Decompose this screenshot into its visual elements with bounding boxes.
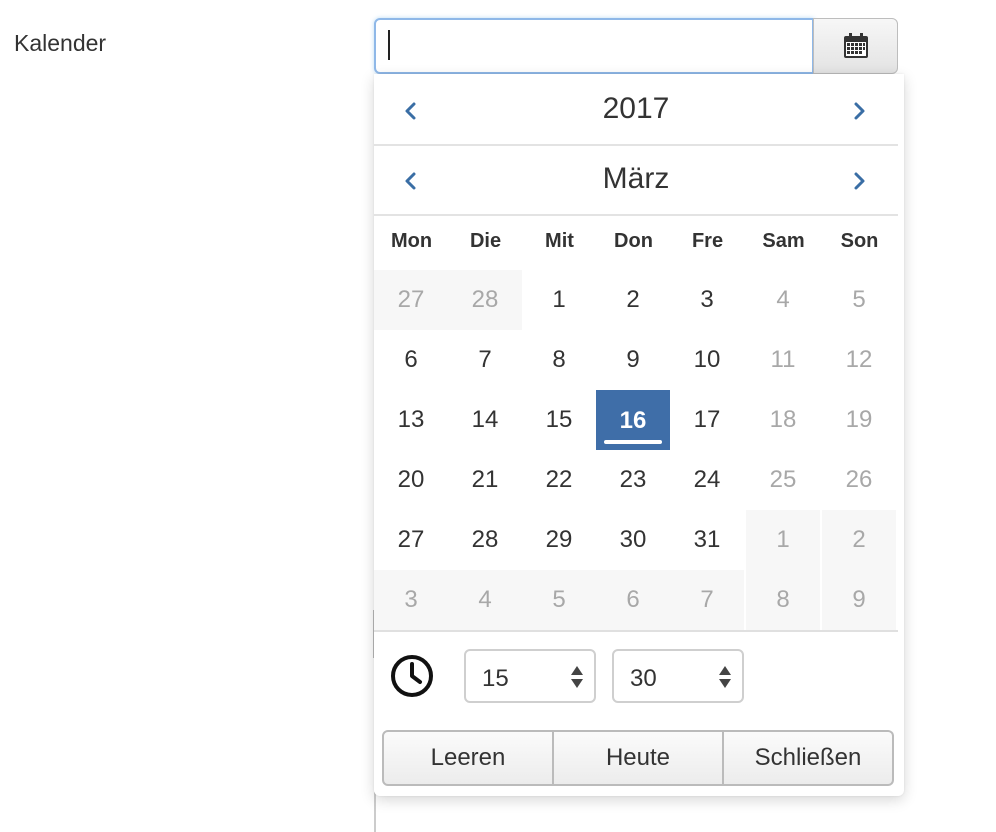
year-nav: 2017	[374, 74, 898, 146]
day-cell-outside-month[interactable]: 28	[448, 270, 522, 330]
day-cell[interactable]: 27	[374, 510, 448, 570]
weekday-label: Son	[840, 230, 879, 252]
day-cell[interactable]: 3	[670, 270, 744, 330]
day-cell[interactable]: 2	[596, 270, 670, 330]
minute-value: 30	[630, 665, 657, 692]
calendar-icon	[843, 33, 868, 58]
month-title[interactable]: März	[374, 162, 898, 196]
next-month-chevron-icon[interactable]	[848, 170, 870, 192]
day-cell-outside-month[interactable]: 9	[822, 570, 896, 630]
weekday-label: Mon	[390, 230, 433, 252]
clock-icon	[391, 655, 433, 697]
field-label: Kalender	[14, 30, 107, 56]
day-cell[interactable]: 24	[670, 450, 744, 510]
calendar-toggle-button[interactable]	[813, 18, 898, 74]
day-cell-outside-month[interactable]: 4	[448, 570, 522, 630]
day-cell[interactable]: 29	[522, 510, 596, 570]
day-cell-weekend[interactable]: 18	[746, 390, 820, 450]
time-divider	[374, 630, 898, 632]
year-title[interactable]: 2017	[374, 92, 898, 126]
day-cell[interactable]: 20	[374, 450, 448, 510]
hour-value: 15	[482, 665, 509, 692]
day-cell-outside-month[interactable]: 27	[374, 270, 448, 330]
day-cell[interactable]: 7	[448, 330, 522, 390]
selected-day-cell[interactable]: 16	[596, 390, 670, 450]
day-cell[interactable]: 13	[374, 390, 448, 450]
day-cell[interactable]: 8	[522, 330, 596, 390]
month-nav: März	[374, 144, 898, 216]
day-cell[interactable]: 9	[596, 330, 670, 390]
day-cell[interactable]: 6	[374, 330, 448, 390]
day-cell[interactable]: 31	[670, 510, 744, 570]
minute-select[interactable]: 30	[612, 649, 744, 703]
weekday-label: Sam	[762, 230, 805, 252]
day-cell-weekend[interactable]: 25	[746, 450, 820, 510]
weekday-label: Don	[614, 230, 653, 252]
day-cell-outside-month[interactable]: 3	[374, 570, 448, 630]
text-cursor	[388, 30, 390, 60]
day-cell[interactable]: 21	[448, 450, 522, 510]
day-cell-outside-month[interactable]: 7	[670, 570, 744, 630]
day-cell-weekend[interactable]: 12	[822, 330, 896, 390]
weekday-label: Mit	[545, 230, 574, 252]
day-cell[interactable]: 14	[448, 390, 522, 450]
updown-arrows-icon	[571, 666, 583, 688]
day-cell-weekend[interactable]: 19	[822, 390, 896, 450]
close-button[interactable]: Schließen	[724, 730, 894, 786]
day-cell-weekend[interactable]: 11	[746, 330, 820, 390]
hour-select[interactable]: 15	[464, 649, 596, 703]
weekday-label: Die	[469, 230, 502, 252]
underlying-field-edge	[374, 792, 376, 832]
clear-button[interactable]: Leeren	[382, 730, 554, 786]
day-cell-weekend[interactable]: 5	[822, 270, 896, 330]
day-grid: 27 28 1 2 3 4 5 6 7 8 9 10 11 12 13 14 1…	[374, 270, 898, 630]
day-cell[interactable]: 30	[596, 510, 670, 570]
next-year-chevron-icon[interactable]	[848, 100, 870, 122]
day-cell-outside-month[interactable]: 5	[522, 570, 596, 630]
day-cell-outside-month[interactable]: 8	[746, 570, 820, 630]
day-cell[interactable]: 17	[670, 390, 744, 450]
day-cell[interactable]: 1	[522, 270, 596, 330]
updown-arrows-icon	[719, 666, 731, 688]
day-cell[interactable]: 15	[522, 390, 596, 450]
date-input[interactable]	[374, 18, 814, 74]
weekday-label: Fre	[691, 230, 724, 252]
day-cell-outside-month[interactable]: 6	[596, 570, 670, 630]
day-cell-outside-month[interactable]: 1	[746, 510, 820, 570]
datepicker-popup: 2017 März Mon Die Mit Don Fre Sam Son 27…	[374, 74, 904, 796]
picker-actions: Leeren Heute Schließen	[382, 730, 894, 786]
day-cell[interactable]: 23	[596, 450, 670, 510]
day-cell-outside-month[interactable]: 2	[822, 510, 896, 570]
day-cell[interactable]: 22	[522, 450, 596, 510]
today-button[interactable]: Heute	[554, 730, 724, 786]
day-cell-weekend[interactable]: 4	[746, 270, 820, 330]
weekday-header: Mon Die Mit Don Fre Sam Son	[374, 214, 898, 270]
day-cell[interactable]: 10	[670, 330, 744, 390]
day-cell[interactable]: 28	[448, 510, 522, 570]
day-cell-weekend[interactable]: 26	[822, 450, 896, 510]
